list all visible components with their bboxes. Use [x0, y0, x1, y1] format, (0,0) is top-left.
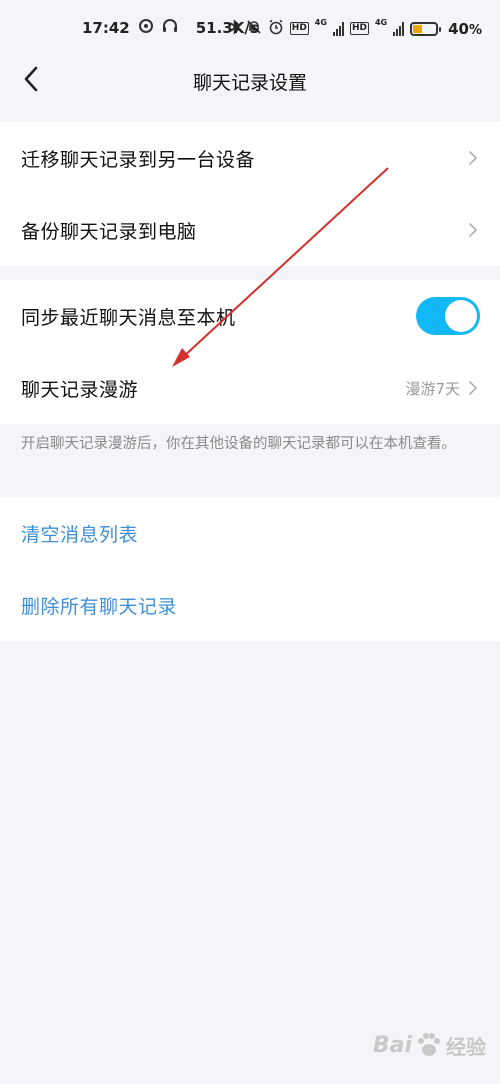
hd-badge-2: HD [349, 22, 369, 35]
battery-percent: 40% [448, 20, 482, 38]
section-transfer: 迁移聊天记录到另一台设备 备份聊天记录到电脑 [0, 122, 500, 266]
signal-icon [332, 21, 344, 36]
delete-all-records-row[interactable]: 删除所有聊天记录 [0, 569, 500, 641]
chevron-right-icon [469, 381, 478, 395]
section-clear: 清空消息列表 删除所有聊天记录 [0, 497, 500, 641]
netease-music-icon [138, 18, 154, 38]
backup-to-pc-row[interactable]: 备份聊天记录到电脑 [0, 194, 500, 266]
watermark-latin: Bai [372, 1032, 412, 1058]
back-arrow-icon [24, 66, 38, 92]
4g-label: 4G [314, 17, 327, 27]
chat-roaming-label: 聊天记录漫游 [21, 378, 139, 401]
paw-logo-icon [418, 1033, 440, 1056]
clock: 17:42 [82, 19, 130, 37]
toggle-knob [445, 300, 477, 332]
hd-badge: HD [289, 22, 309, 35]
watermark-cn: 经验 [446, 1034, 486, 1059]
sync-recent-toggle[interactable] [416, 297, 480, 335]
backup-to-pc-label: 备份聊天记录到电脑 [21, 220, 197, 243]
signal-icon-2 [393, 21, 405, 36]
alarm-icon [268, 19, 284, 39]
chevron-right-icon [469, 223, 478, 237]
chat-roaming-row[interactable]: 聊天记录漫游 漫游7天 [0, 352, 500, 424]
headphones-icon [162, 18, 178, 38]
migrate-records-label: 迁移聊天记录到另一台设备 [21, 148, 256, 171]
page-title: 聊天记录设置 [192, 71, 307, 94]
status-bar-left: 17:42 51.3K/s [82, 18, 259, 38]
sync-recent-label: 同步最近聊天消息至本机 [21, 306, 236, 329]
sync-recent-row: 同步最近聊天消息至本机 [0, 280, 500, 352]
baidu-watermark: Bai 经验 [373, 1030, 486, 1060]
chat-roaming-value-group: 漫游7天 [405, 378, 480, 399]
section-sync: 同步最近聊天消息至本机 聊天记录漫游 漫游7天 [0, 280, 500, 424]
chat-roaming-value: 漫游7天 [405, 379, 460, 398]
status-bar: 17:42 51.3K/s HD 4G HD 4G 40% [0, 0, 500, 56]
network-speed: 51.3K/s [195, 19, 259, 37]
nav-bar: 聊天记录设置 [0, 56, 500, 106]
4g-label-2: 4G [374, 17, 388, 27]
delete-all-records-label: 删除所有聊天记录 [21, 595, 178, 618]
back-button[interactable] [14, 62, 48, 96]
clear-message-list-label: 清空消息列表 [21, 523, 139, 546]
chevron-right-icon [469, 151, 478, 165]
battery-value: 40 [448, 19, 469, 38]
battery-fill [413, 24, 422, 33]
clear-message-list-row[interactable]: 清空消息列表 [0, 497, 500, 569]
status-bar-right: HD 4G HD 4G 40% [230, 17, 482, 39]
migrate-records-row[interactable]: 迁移聊天记录到另一台设备 [0, 122, 500, 194]
roaming-hint-text: 开启聊天记录漫游后，你在其他设备的聊天记录都可以在本机查看。 [21, 436, 456, 452]
battery-icon [410, 21, 442, 36]
battery-percent-sign: % [468, 22, 482, 38]
